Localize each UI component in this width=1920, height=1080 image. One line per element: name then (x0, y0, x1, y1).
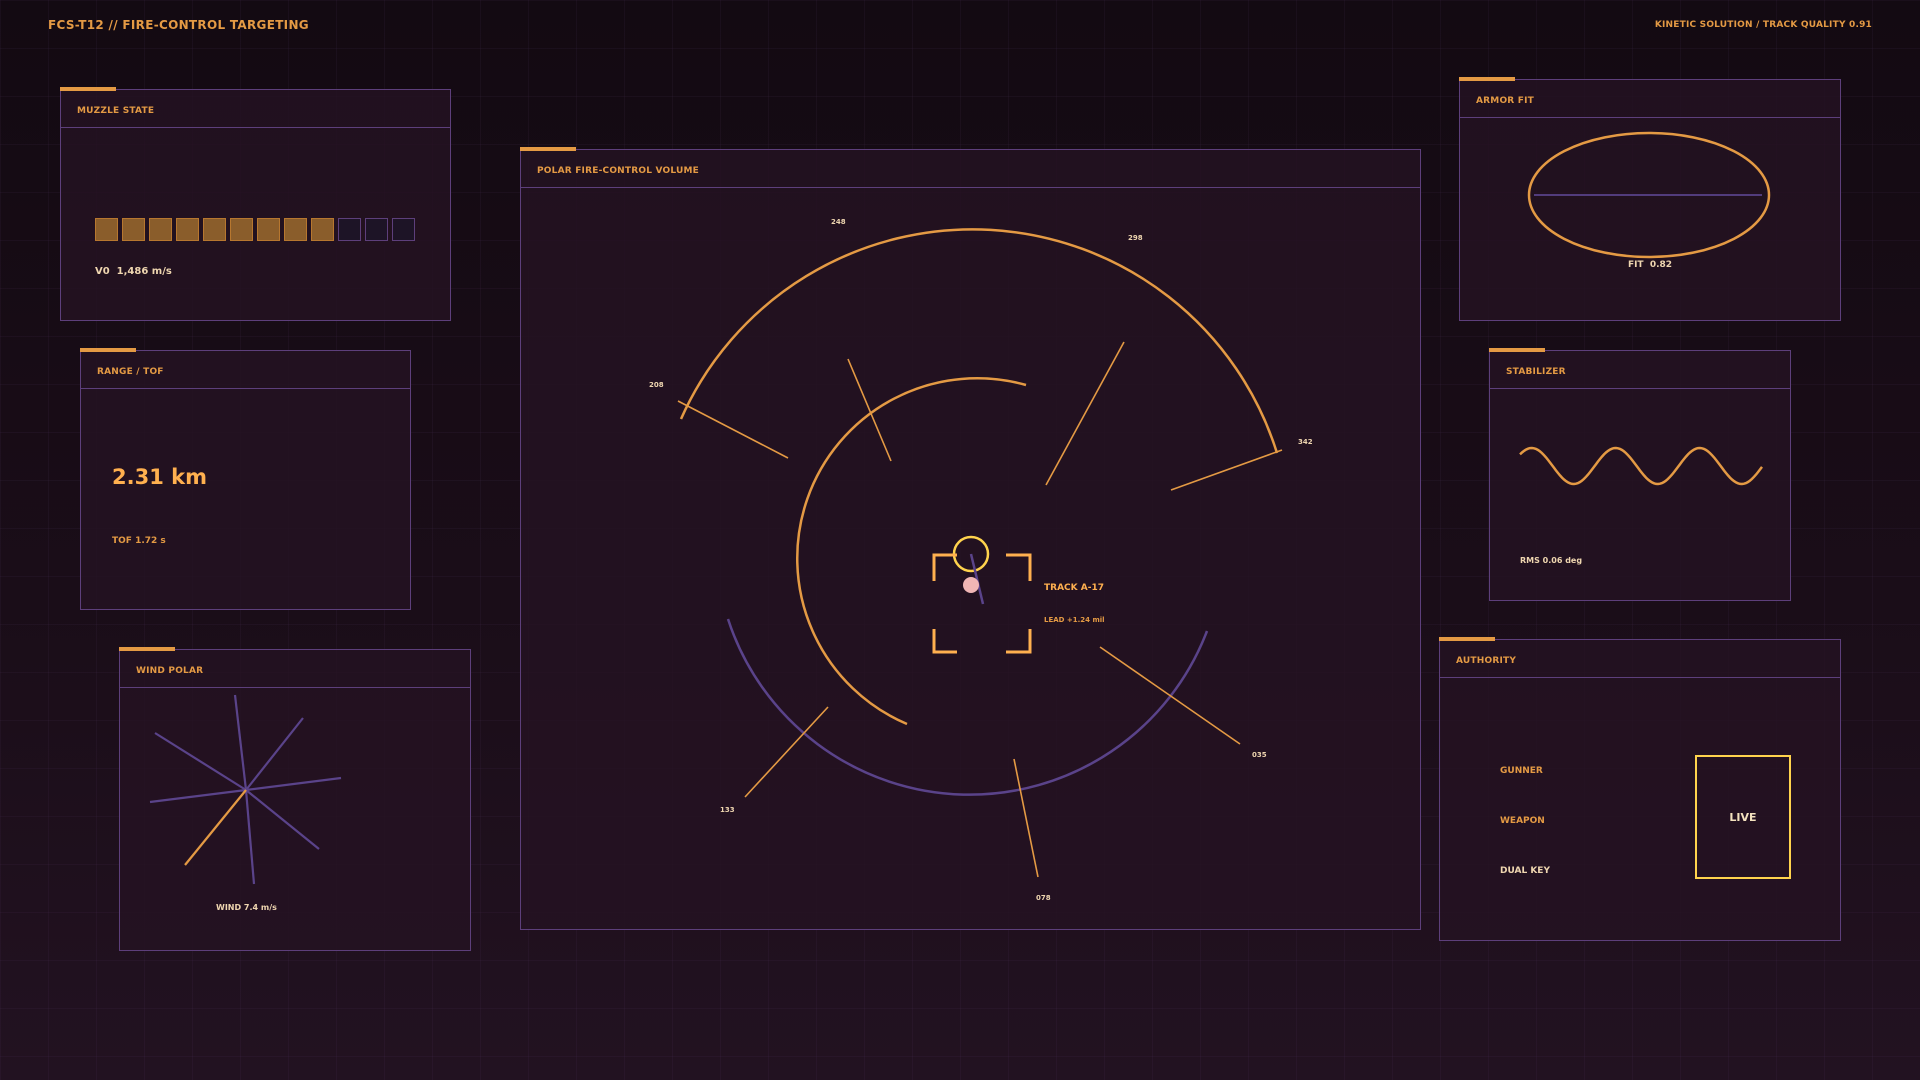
track-marker (963, 577, 979, 593)
bearing-label: 208 (649, 381, 664, 389)
bracket-corner (932, 629, 957, 654)
muzzle-cell-empty (338, 218, 361, 241)
wind-spoke (149, 788, 247, 804)
bearing-line (1013, 758, 1039, 878)
stabilizer-panel: STABILIZER RMS 0.06 deg (1489, 348, 1791, 601)
muzzle-cell-empty (365, 218, 388, 241)
muzzle-cell-empty (392, 218, 415, 241)
wind-spoke (233, 694, 248, 791)
bearing-label: 078 (1036, 894, 1051, 902)
bearing-label: 248 (831, 218, 846, 226)
bearing-line (1099, 646, 1241, 745)
authority-item-dual-key: DUAL KEY (1500, 866, 1550, 876)
armor-fit-panel: ARMOR FIT FIT 0.82 (1459, 77, 1841, 321)
panel-header: MUZZLE STATE (61, 90, 450, 128)
wind-spoke (245, 717, 304, 791)
muzzle-cells (95, 218, 415, 241)
bearing-line (847, 358, 892, 462)
inner-sector-arc (795, 377, 1027, 726)
wind-polar-panel: WIND POLAR WIND 7.4 m/s (119, 647, 471, 951)
live-toggle[interactable]: LIVE (1695, 755, 1791, 879)
wind-polar-plot (149, 694, 342, 885)
muzzle-cell-filled (176, 218, 199, 241)
rms-value: RMS 0.06 deg (1520, 556, 1583, 565)
authority-item-weapon: WEAPON (1500, 816, 1545, 826)
panel-title: AUTHORITY (1456, 656, 1517, 666)
bracket-corner (1006, 629, 1032, 654)
system-title: FCS-T12 // FIRE-CONTROL TARGETING (48, 18, 309, 32)
bearing-label: 035 (1252, 751, 1267, 759)
panel-header: AUTHORITY (1440, 640, 1840, 678)
bearing-line (1045, 341, 1125, 486)
muzzle-velocity: V0 1,486 m/s (95, 266, 172, 277)
bearing-label: 298 (1128, 234, 1143, 242)
lead-label: LEAD +1.24 mil (1044, 616, 1105, 624)
bearing-label: 133 (720, 806, 735, 814)
wind-spoke (245, 776, 342, 792)
muzzle-cell-filled (203, 218, 226, 241)
track-label: TRACK A-17 (1044, 583, 1104, 593)
bearing-line (677, 400, 789, 459)
panel-title: MUZZLE STATE (77, 106, 155, 116)
panel-title: RANGE / TOF (97, 367, 164, 377)
bearing-label: 342 (1298, 438, 1313, 446)
wind-vector (184, 789, 247, 866)
muzzle-state-panel: MUZZLE STATE V0 1,486 m/s (60, 87, 451, 321)
bearing-line (744, 706, 829, 798)
wind-speed: WIND 7.4 m/s (216, 903, 277, 912)
live-label: LIVE (1729, 810, 1757, 824)
panel-header: RANGE / TOF (81, 351, 410, 389)
fit-value: FIT 0.82 (1627, 260, 1673, 270)
solution-status: KINETIC SOLUTION / TRACK QUALITY 0.91 (1654, 20, 1872, 30)
wind-spoke (245, 789, 320, 850)
wind-spoke (154, 732, 247, 791)
lower-sector-arc (726, 618, 1209, 796)
muzzle-cell-filled (284, 218, 307, 241)
muzzle-cell-filled (311, 218, 334, 241)
range-value: 2.31 km (112, 465, 207, 489)
authority-item-gunner: GUNNER (1500, 766, 1543, 776)
muzzle-cell-filled (230, 218, 253, 241)
armor-fit-plot (1527, 131, 1771, 259)
stabilizer-waveform (1519, 446, 1763, 486)
polar-fire-control-plot (677, 228, 1283, 878)
muzzle-cell-filled (149, 218, 172, 241)
polar-volume-panel: POLAR FIRE-CONTROL VOLUME 248 298 208 34… (520, 147, 1421, 930)
muzzle-cell-filled (257, 218, 280, 241)
muzzle-cell-filled (95, 218, 118, 241)
bearing-line (1170, 449, 1283, 491)
wind-spoke (244, 789, 256, 885)
authority-panel: AUTHORITY GUNNER WEAPON DUAL KEY LIVE (1439, 637, 1841, 941)
bracket-corner (1006, 553, 1032, 581)
range-tof-panel: RANGE / TOF 2.31 km TOF 1.72 s (80, 348, 411, 610)
muzzle-cell-filled (122, 218, 145, 241)
tof-value: TOF 1.72 s (112, 536, 166, 546)
outer-sector-arc (679, 228, 1279, 454)
